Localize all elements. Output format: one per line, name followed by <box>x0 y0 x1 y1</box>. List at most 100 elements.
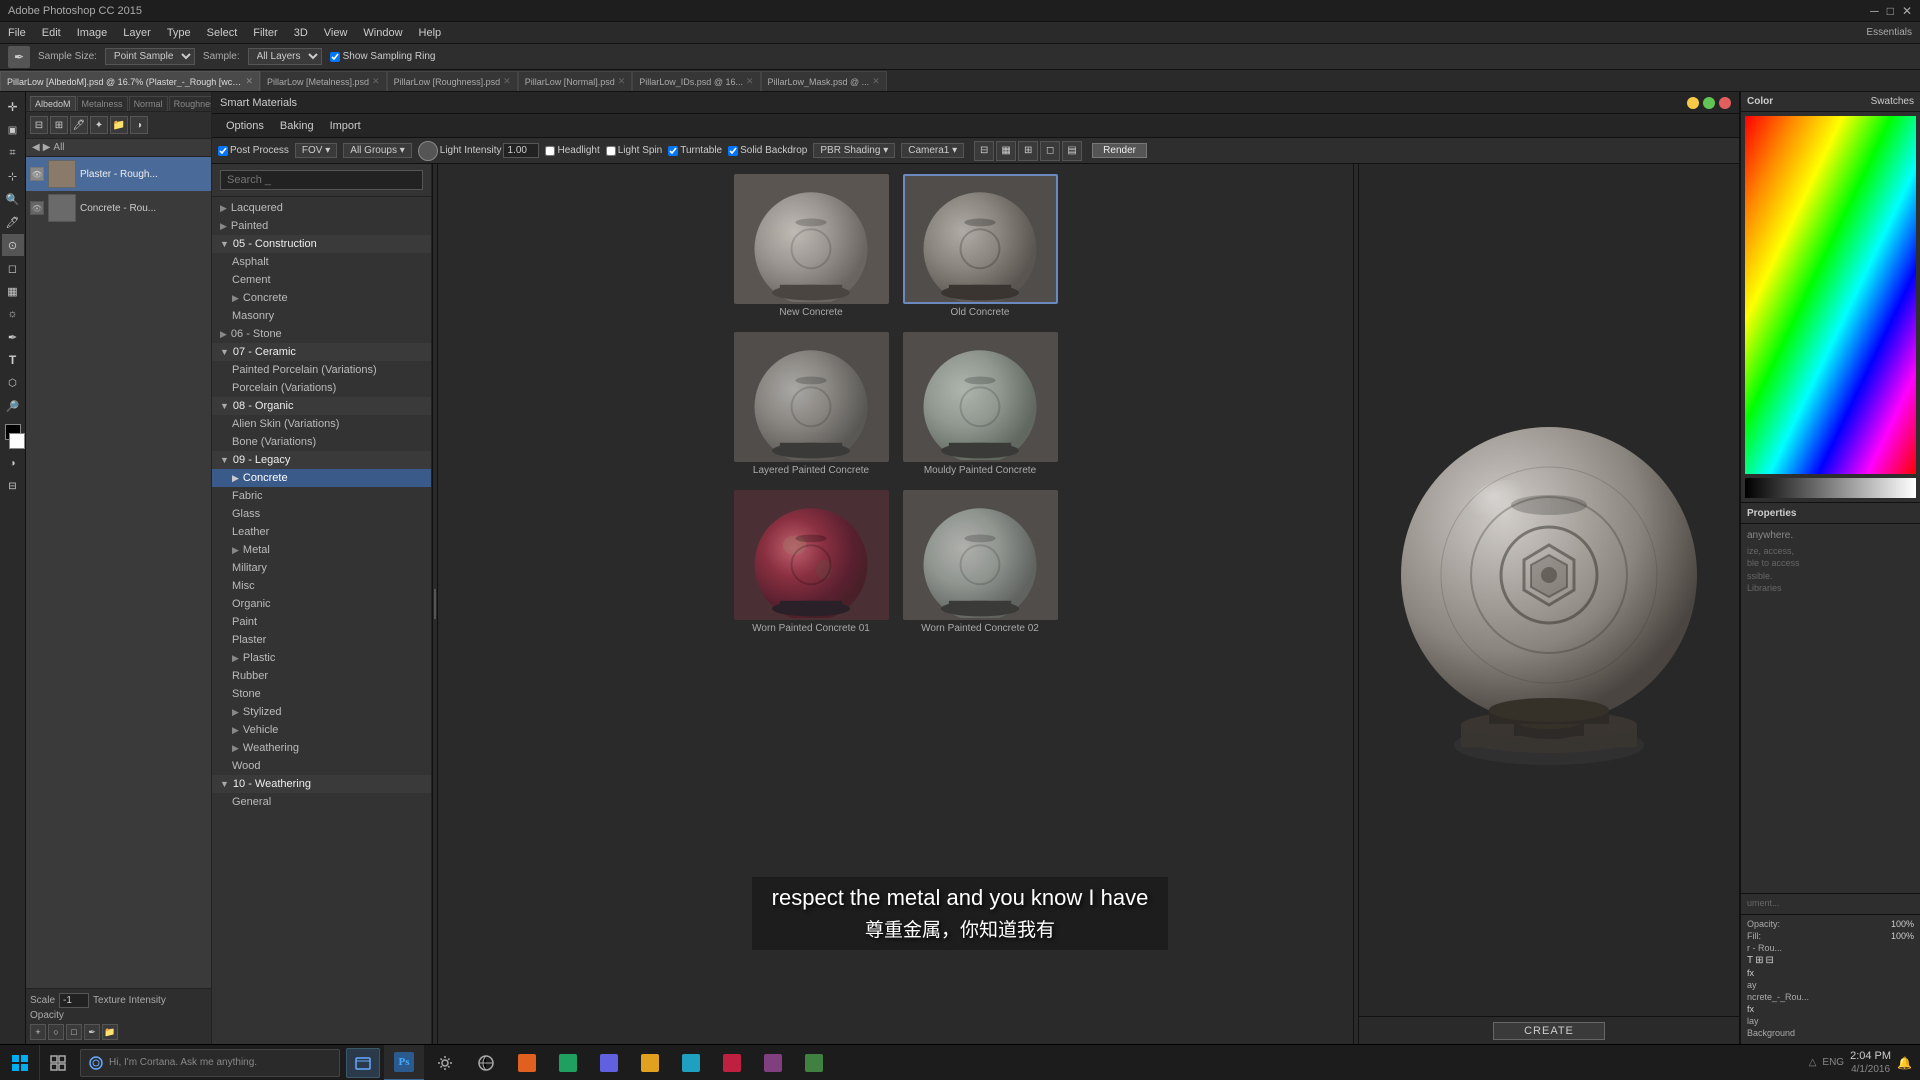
taskbar-app4-btn[interactable] <box>630 1045 670 1080</box>
menu-view[interactable]: View <box>316 27 356 39</box>
sidebar-paint-icon[interactable]: 🖊 <box>70 116 88 134</box>
tool-select-rect[interactable]: ▣ <box>2 119 24 141</box>
tree-item-leather[interactable]: Leather <box>212 523 431 541</box>
layer-add-btn[interactable]: + <box>30 1024 46 1040</box>
tab-close-4[interactable]: ✕ <box>746 76 754 87</box>
nav-arrow-right[interactable]: ▶ <box>43 142 51 153</box>
file-tab-1[interactable]: PillarLow [Metalness].psd ✕ <box>260 71 387 91</box>
file-tab-2[interactable]: PillarLow [Roughness].psd ✕ <box>387 71 518 91</box>
layer-folder-btn[interactable]: 📁 <box>102 1024 118 1040</box>
sidebar-folder-icon[interactable]: 📁 <box>110 116 128 134</box>
background-color[interactable] <box>9 433 25 449</box>
tree-item-paint[interactable]: Paint <box>212 613 431 631</box>
taskbar-app3-btn[interactable] <box>589 1045 629 1080</box>
post-process-check[interactable]: Post Process <box>218 145 289 156</box>
search-input[interactable] <box>220 170 423 190</box>
sidebar-effect-icon[interactable]: ✦ <box>90 116 108 134</box>
menu-image[interactable]: Image <box>69 27 116 39</box>
taskbar-ps-btn[interactable]: Ps <box>384 1045 424 1080</box>
tree-item-military[interactable]: Military <box>212 559 431 577</box>
tool-stamp[interactable]: ⊙ <box>2 234 24 256</box>
scale-input[interactable] <box>59 993 89 1008</box>
ps-close[interactable]: ✕ <box>1902 4 1912 18</box>
mat-card-old-concrete[interactable]: Old Concrete <box>903 174 1058 318</box>
layer-brush-btn[interactable]: ✒ <box>84 1024 100 1040</box>
layer-tab-albedom[interactable]: AlbedoM <box>30 96 76 111</box>
sidebar-group-icon[interactable]: ⊞ <box>50 116 68 134</box>
nav-arrow-left[interactable]: ◀ <box>32 142 40 153</box>
viewport-icon-3[interactable]: ⊞ <box>1018 141 1038 161</box>
tree-item-stone[interactable]: Stone <box>212 685 431 703</box>
sidebar-filter-icon[interactable]: ⊟ <box>30 116 48 134</box>
cortana-search[interactable]: Hi, I'm Cortana. Ask me anything. <box>80 1049 340 1077</box>
light-spin-check[interactable]: Light Spin <box>606 145 662 156</box>
sidebar-mask-icon[interactable]: ◑ <box>130 116 148 134</box>
menu-type[interactable]: Type <box>159 27 199 39</box>
taskbar-browser-btn[interactable] <box>466 1045 506 1080</box>
sp-menu-baking[interactable]: Baking <box>272 120 322 132</box>
tree-item-glass[interactable]: Glass <box>212 505 431 523</box>
color-spectrum[interactable] <box>1745 478 1916 498</box>
tree-item-stylized[interactable]: ▶ Stylized <box>212 703 431 721</box>
taskbar-app7-btn[interactable] <box>753 1045 793 1080</box>
tree-item-painted[interactable]: ▶ Painted <box>212 217 431 235</box>
menu-filter[interactable]: Filter <box>245 27 285 39</box>
tool-brush[interactable]: 🖊 <box>2 211 24 233</box>
divider-1[interactable] <box>432 164 438 1044</box>
task-view-btn[interactable] <box>40 1045 76 1080</box>
taskbar-app1-btn[interactable] <box>507 1045 547 1080</box>
ps-minimize[interactable]: ─ <box>1870 4 1879 18</box>
render-btn[interactable]: Render <box>1092 143 1147 158</box>
mat-card-new-concrete[interactable]: New Concrete <box>734 174 889 318</box>
layer-tab-roughness[interactable]: Roughness <box>169 96 212 111</box>
menu-layer[interactable]: Layer <box>115 27 159 39</box>
taskbar-app8-btn[interactable] <box>794 1045 834 1080</box>
menu-edit[interactable]: Edit <box>34 27 69 39</box>
tab-close-3[interactable]: ✕ <box>618 76 626 87</box>
mat-card-mouldy-painted[interactable]: Mouldy Painted Concrete <box>903 332 1058 476</box>
tree-item-07-ceramic[interactable]: ▼ 07 - Ceramic <box>212 343 431 361</box>
tool-shape[interactable]: ⬡ <box>2 372 24 394</box>
tree-item-asphalt[interactable]: Asphalt <box>212 253 431 271</box>
tab-close-2[interactable]: ✕ <box>503 76 511 87</box>
layer-circle-btn[interactable]: ○ <box>48 1024 64 1040</box>
tab-close-5[interactable]: ✕ <box>872 76 880 87</box>
ps-maximize[interactable]: □ <box>1887 4 1894 18</box>
tool-extra2[interactable]: ⊟ <box>2 475 24 497</box>
layer-visibility-0[interactable]: 👁 <box>30 167 44 181</box>
tree-item-alien-skin[interactable]: Alien Skin (Variations) <box>212 415 431 433</box>
sample-select[interactable]: All Layers <box>248 48 322 65</box>
solid-backdrop-check[interactable]: Solid Backdrop <box>728 145 807 156</box>
taskbar-gear-btn[interactable] <box>425 1045 465 1080</box>
tool-zoom[interactable]: 🔎 <box>2 395 24 417</box>
sp-menu-import[interactable]: Import <box>322 120 369 132</box>
tree-item-fabric[interactable]: Fabric <box>212 487 431 505</box>
tool-move[interactable]: ✛ <box>2 96 24 118</box>
tree-item-rubber[interactable]: Rubber <box>212 667 431 685</box>
sp-min-btn[interactable] <box>1687 97 1699 109</box>
tree-item-masonry[interactable]: Masonry <box>212 307 431 325</box>
sample-size-select[interactable]: Point Sample <box>105 48 195 65</box>
pbr-shading-btn[interactable]: PBR Shading ▾ <box>813 143 895 158</box>
viewport-render-area[interactable] <box>1359 164 1739 1016</box>
taskbar-explorer-btn[interactable] <box>346 1048 380 1078</box>
tool-text[interactable]: T <box>2 349 24 371</box>
tree-item-porcelain[interactable]: Porcelain (Variations) <box>212 379 431 397</box>
tree-item-concrete-05[interactable]: ▶ Concrete <box>212 289 431 307</box>
menu-help[interactable]: Help <box>411 27 450 39</box>
taskbar-app5-btn[interactable] <box>671 1045 711 1080</box>
extra-icon[interactable]: ⊟ <box>1766 955 1774 966</box>
layer-item-0[interactable]: 👁 Plaster - Rough... <box>26 157 211 191</box>
sp-menu-options[interactable]: Options <box>218 120 272 132</box>
mat-card-layered-painted[interactable]: Layered Painted Concrete <box>734 332 889 476</box>
taskbar-app2-btn[interactable] <box>548 1045 588 1080</box>
tool-gradient[interactable]: ▦ <box>2 280 24 302</box>
tool-lasso[interactable]: ⌗ <box>2 142 24 164</box>
menu-select[interactable]: Select <box>199 27 246 39</box>
tree-item-weathering[interactable]: ▶ Weathering <box>212 739 431 757</box>
sp-close-btn[interactable] <box>1719 97 1731 109</box>
viewport-icon-1[interactable]: ⊟ <box>974 141 994 161</box>
file-tab-5[interactable]: PillarLow_Mask.psd @ ... ✕ <box>761 71 887 91</box>
layer-square-btn[interactable]: □ <box>66 1024 82 1040</box>
notification-icon[interactable]: 🔔 <box>1897 1056 1912 1070</box>
